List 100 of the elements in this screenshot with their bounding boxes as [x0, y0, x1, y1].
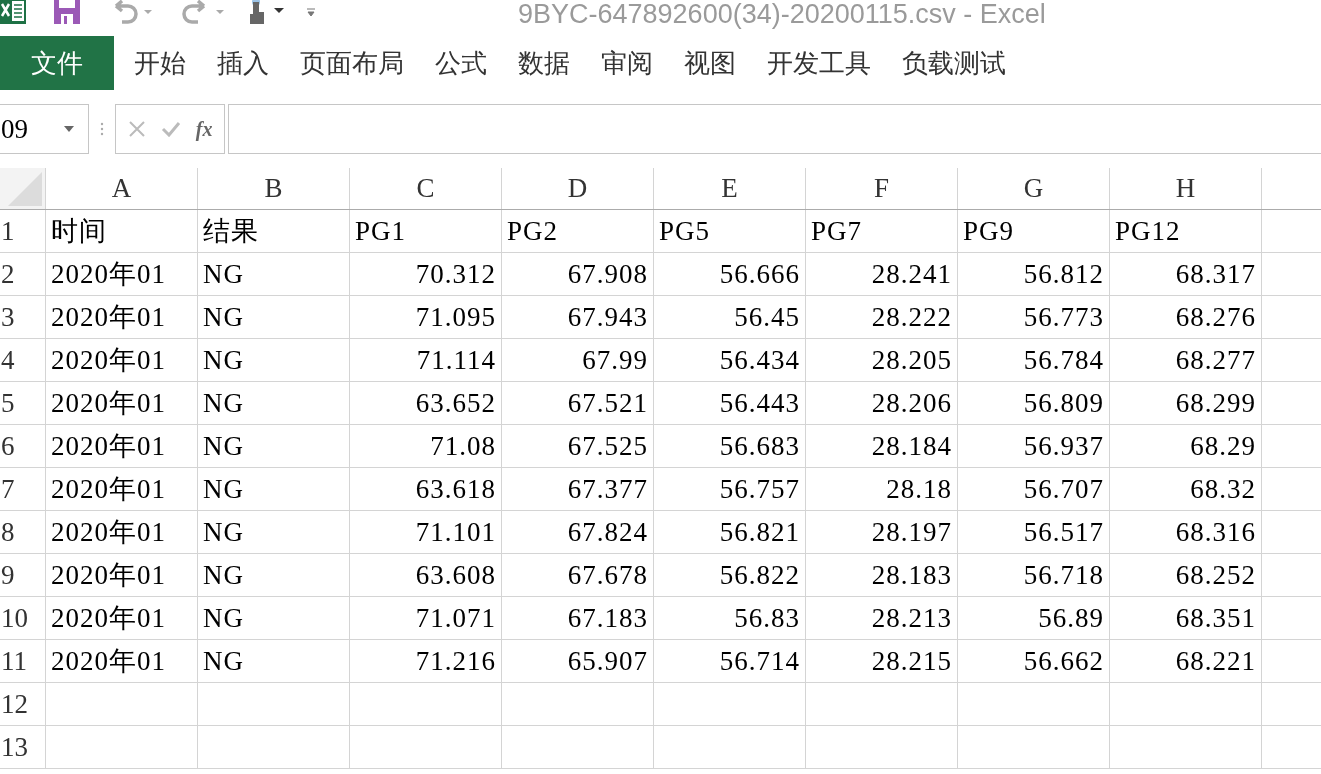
cell-value: 67.183: [567, 601, 648, 635]
cell-value: NG: [203, 386, 244, 420]
empty-cell[interactable]: [958, 683, 1110, 726]
empty-cell[interactable]: [958, 726, 1110, 769]
cell-value: 56.714: [719, 644, 800, 678]
column-header[interactable]: F: [874, 168, 889, 209]
excel-logo-icon[interactable]: [0, 0, 26, 26]
cell-value: 68.32: [1190, 472, 1256, 506]
cell-value: 68.276: [1175, 300, 1256, 334]
cell-value: 28.18: [886, 472, 952, 506]
empty-cell[interactable]: [1110, 683, 1262, 726]
cell-value: 56.784: [1023, 343, 1104, 377]
file-tab[interactable]: 文件: [0, 36, 114, 90]
cell-value: 28.197: [871, 515, 952, 549]
cell-value: 28.213: [871, 601, 952, 635]
insert-function-button[interactable]: fx: [195, 114, 213, 144]
cell-value: 71.071: [415, 601, 496, 635]
cell-value: 56.443: [719, 386, 800, 420]
ribbon-tab[interactable]: 页面布局: [286, 43, 418, 83]
row-number[interactable]: 7: [1, 468, 15, 510]
cell-value: 71.095: [415, 300, 496, 334]
ribbon-tab[interactable]: 视图: [670, 43, 750, 83]
column-header[interactable]: H: [1175, 168, 1196, 209]
cell-value: 67.824: [567, 515, 648, 549]
cell-value: 71.216: [415, 644, 496, 678]
column-header[interactable]: A: [111, 168, 132, 209]
cell-value: 67.99: [582, 343, 648, 377]
ribbon-tab[interactable]: 插入: [203, 43, 283, 83]
cell-value: 2020年01: [51, 429, 166, 463]
cancel-icon[interactable]: [127, 120, 146, 138]
save-icon[interactable]: [54, 0, 80, 26]
row-number[interactable]: 8: [1, 511, 15, 553]
row-number[interactable]: 1: [1, 210, 15, 252]
ribbon-tab[interactable]: 数据: [504, 43, 584, 83]
row-number[interactable]: 3: [1, 296, 15, 338]
cell-value: PG2: [507, 214, 558, 248]
cell-value: 56.757: [719, 472, 800, 506]
cell-value: PG12: [1115, 214, 1181, 248]
row-number[interactable]: 9: [1, 554, 15, 596]
row-number[interactable]: 2: [1, 253, 15, 295]
cell-value: 67.908: [567, 257, 648, 291]
ribbon-tab[interactable]: 负载测试: [888, 43, 1020, 83]
row-number[interactable]: 4: [1, 339, 15, 381]
empty-cell[interactable]: [502, 683, 654, 726]
cell-value: 56.718: [1023, 558, 1104, 592]
row-number[interactable]: 11: [1, 640, 27, 682]
cell-value: 56.773: [1023, 300, 1104, 334]
empty-cell[interactable]: [1110, 726, 1262, 769]
cell-value: 67.678: [567, 558, 648, 592]
cell-value: 28.206: [871, 386, 952, 420]
cell-value: 63.652: [415, 386, 496, 420]
cell-value: 2020年01: [51, 558, 166, 592]
cell-value: 56.937: [1023, 429, 1104, 463]
empty-cell[interactable]: [806, 683, 958, 726]
empty-cell[interactable]: [198, 726, 350, 769]
cell-value: 2020年01: [51, 257, 166, 291]
row-number[interactable]: 10: [1, 597, 28, 639]
cell-value: 56.89: [1038, 601, 1104, 635]
cell-value: 2020年01: [51, 515, 166, 549]
checkmark-icon[interactable]: [160, 121, 181, 137]
empty-cell[interactable]: [350, 726, 502, 769]
column-header[interactable]: D: [567, 168, 588, 209]
row-number[interactable]: 13: [1, 726, 28, 768]
row-number[interactable]: 5: [1, 382, 15, 424]
empty-cell[interactable]: [654, 726, 806, 769]
cell-value: 68.221: [1175, 644, 1256, 678]
cell-value: PG1: [355, 214, 406, 248]
cell-value: 2020年01: [51, 644, 166, 678]
cell-value: 56.821: [719, 515, 800, 549]
ribbon-tab[interactable]: 审阅: [587, 43, 667, 83]
ribbon-tab[interactable]: 开发工具: [753, 43, 885, 83]
cell-value: 67.521: [567, 386, 648, 420]
customize-toolbar-icon[interactable]: [306, 7, 316, 17]
cell-value: 56.822: [719, 558, 800, 592]
dropdown-arrow-icon[interactable]: [64, 126, 74, 132]
formula-input[interactable]: [228, 104, 1321, 154]
cell-value: PG9: [963, 214, 1014, 248]
ribbon-tab[interactable]: 开始: [120, 43, 200, 83]
empty-cell[interactable]: [350, 683, 502, 726]
empty-cell[interactable]: [198, 683, 350, 726]
empty-cell[interactable]: [654, 683, 806, 726]
column-header[interactable]: B: [264, 168, 283, 209]
cell-value: 71.114: [416, 343, 496, 377]
cell-value: 67.943: [567, 300, 648, 334]
cell-value: PG5: [659, 214, 710, 248]
empty-cell[interactable]: [502, 726, 654, 769]
cell-value: NG: [203, 300, 244, 334]
cell-value: 63.608: [415, 558, 496, 592]
cell-value: 28.241: [871, 257, 952, 291]
row-number[interactable]: 6: [1, 425, 15, 467]
column-header[interactable]: C: [416, 168, 435, 209]
cell-value: 68.351: [1175, 601, 1256, 635]
name-box[interactable]: 09: [0, 104, 89, 154]
row-number[interactable]: 12: [1, 683, 28, 725]
cell-value: 56.434: [719, 343, 800, 377]
column-header[interactable]: G: [1023, 168, 1044, 209]
ribbon-tab[interactable]: 公式: [421, 43, 501, 83]
column-header[interactable]: E: [721, 168, 738, 209]
cell-value: NG: [203, 601, 244, 635]
empty-cell[interactable]: [806, 726, 958, 769]
